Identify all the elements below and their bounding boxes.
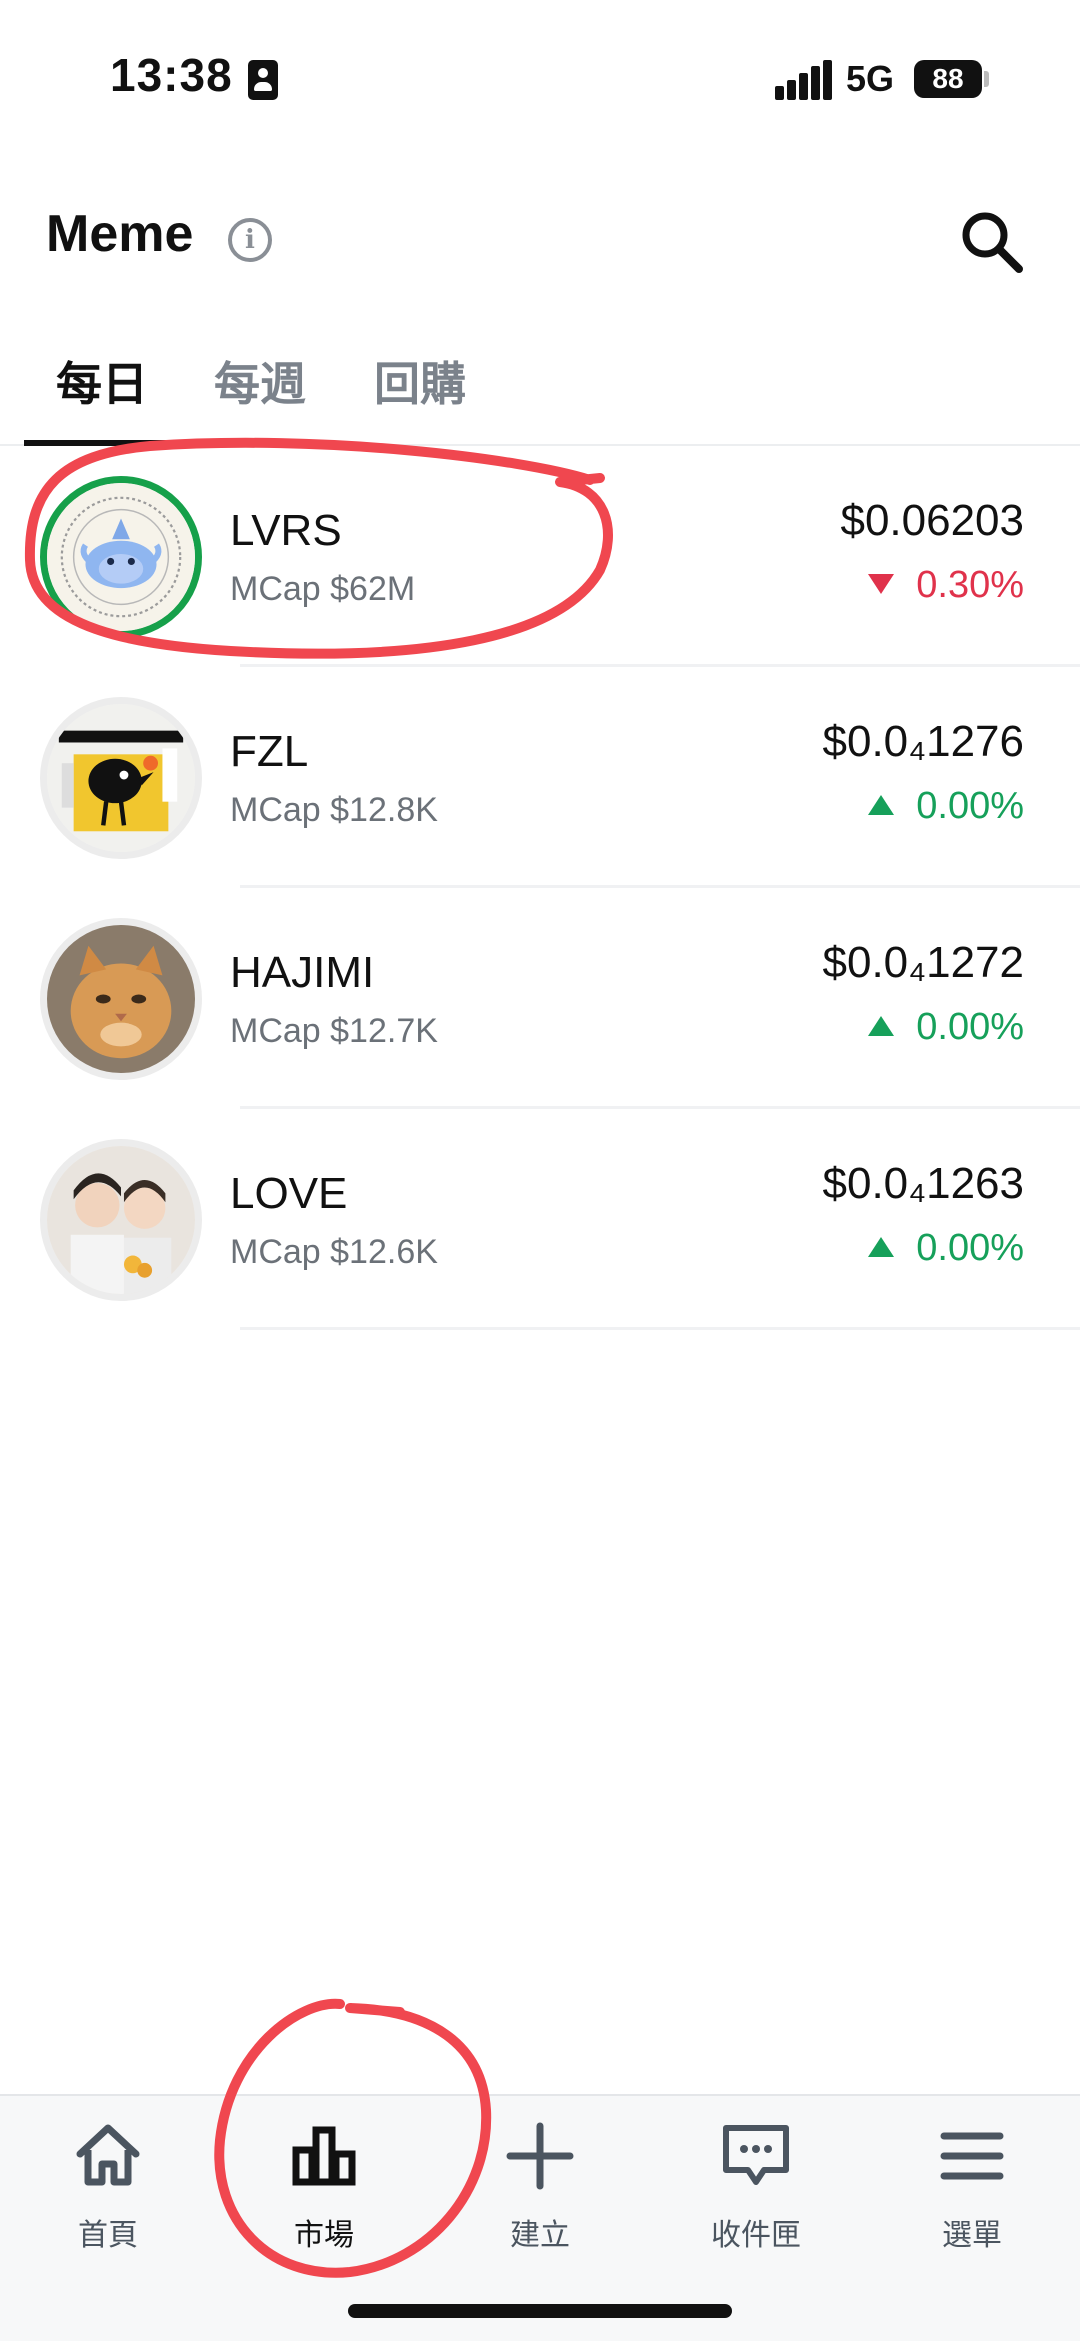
row-divider bbox=[240, 1327, 1080, 1330]
coin-avatar bbox=[40, 697, 202, 859]
nav-label: 首頁 bbox=[78, 2219, 138, 2252]
nav-home[interactable]: 首頁 bbox=[0, 2116, 216, 2266]
coin-row[interactable]: LOVE MCap $12.6K $0.0₄1263 0.00% bbox=[0, 1109, 1080, 1330]
coin-market-cap: MCap $62M bbox=[230, 570, 416, 608]
coin-avatar bbox=[40, 1139, 202, 1301]
coin-symbol: FZL bbox=[230, 727, 309, 776]
chat-inbox-icon bbox=[723, 2125, 789, 2185]
down-arrow-icon bbox=[868, 573, 895, 594]
coin-change: 0.00% bbox=[868, 785, 1024, 828]
coin-change-value: 0.00% bbox=[916, 785, 1024, 827]
nav-label: 選單 bbox=[942, 2219, 1002, 2252]
status-bar: 13:38 5G 88 bbox=[0, 0, 1080, 160]
coin-change: 0.00% bbox=[868, 1006, 1024, 1049]
coin-avatar bbox=[40, 918, 202, 1080]
nav-menu[interactable]: 選單 bbox=[864, 2116, 1080, 2266]
coin-change-value: 0.00% bbox=[916, 1006, 1024, 1048]
period-tabs: 每日 每週 回購 bbox=[0, 340, 1080, 446]
battery-icon: 88 bbox=[914, 60, 982, 98]
contact-card-icon bbox=[248, 60, 278, 100]
coin-market-cap: MCap $12.8K bbox=[230, 791, 438, 829]
network-type: 5G bbox=[846, 58, 895, 99]
coin-list: LVRS MCap $62M $0.06203 0.30% FZL MCap $… bbox=[0, 446, 1080, 1330]
nav-label: 市場 bbox=[294, 2219, 354, 2252]
home-icon bbox=[76, 2124, 140, 2186]
nav-inbox[interactable]: 收件匣 bbox=[648, 2116, 864, 2266]
info-icon[interactable]: i bbox=[228, 218, 272, 262]
two-people-photo bbox=[47, 1146, 195, 1294]
coin-change-value: 0.00% bbox=[916, 1227, 1024, 1269]
nav-label: 建立 bbox=[510, 2219, 570, 2252]
up-arrow-icon bbox=[868, 794, 895, 815]
coin-market-cap: MCap $12.6K bbox=[230, 1233, 438, 1271]
coin-change: 0.00% bbox=[868, 1227, 1024, 1270]
clockwork-crow-poster bbox=[47, 704, 195, 852]
coin-avatar bbox=[40, 476, 202, 638]
tab-weekly[interactable]: 每週 bbox=[214, 348, 306, 414]
coin-price: $0.0₄1263 bbox=[822, 1159, 1024, 1208]
signal-icon bbox=[775, 60, 832, 100]
orange-cat-photo bbox=[47, 925, 195, 1073]
nav-market[interactable]: 市場 bbox=[216, 2116, 432, 2266]
tab-daily[interactable]: 每日 bbox=[56, 348, 148, 414]
coin-price: $0.0₄1276 bbox=[822, 717, 1024, 766]
home-indicator bbox=[348, 2304, 732, 2318]
tab-buyback[interactable]: 回購 bbox=[374, 348, 466, 414]
coin-row[interactable]: LVRS MCap $62M $0.06203 0.30% bbox=[0, 446, 1080, 667]
coin-symbol: LVRS bbox=[230, 506, 342, 555]
page-title: Meme bbox=[46, 205, 194, 263]
plus-icon bbox=[506, 2122, 574, 2190]
coin-symbol: LOVE bbox=[230, 1169, 348, 1218]
up-arrow-icon bbox=[868, 1015, 895, 1036]
blue-spirit-badge bbox=[47, 483, 195, 631]
coin-price: $0.06203 bbox=[840, 496, 1024, 545]
coin-change: 0.30% bbox=[868, 564, 1024, 607]
nav-create[interactable]: 建立 bbox=[432, 2116, 648, 2266]
menu-icon bbox=[940, 2132, 1004, 2180]
coin-market-cap: MCap $12.7K bbox=[230, 1012, 438, 1050]
nav-label: 收件匣 bbox=[711, 2219, 801, 2252]
page-header: Meme i bbox=[0, 190, 1080, 290]
coin-change-value: 0.30% bbox=[916, 564, 1024, 606]
coin-row[interactable]: FZL MCap $12.8K $0.0₄1276 0.00% bbox=[0, 667, 1080, 888]
coin-symbol: HAJIMI bbox=[230, 948, 375, 997]
status-time: 13:38 bbox=[110, 49, 233, 101]
search-icon[interactable] bbox=[956, 206, 1026, 276]
coin-price: $0.0₄1272 bbox=[822, 938, 1024, 987]
up-arrow-icon bbox=[868, 1236, 895, 1257]
market-chart-icon bbox=[292, 2126, 356, 2186]
battery-tip bbox=[984, 71, 989, 87]
coin-row[interactable]: HAJIMI MCap $12.7K $0.0₄1272 0.00% bbox=[0, 888, 1080, 1109]
